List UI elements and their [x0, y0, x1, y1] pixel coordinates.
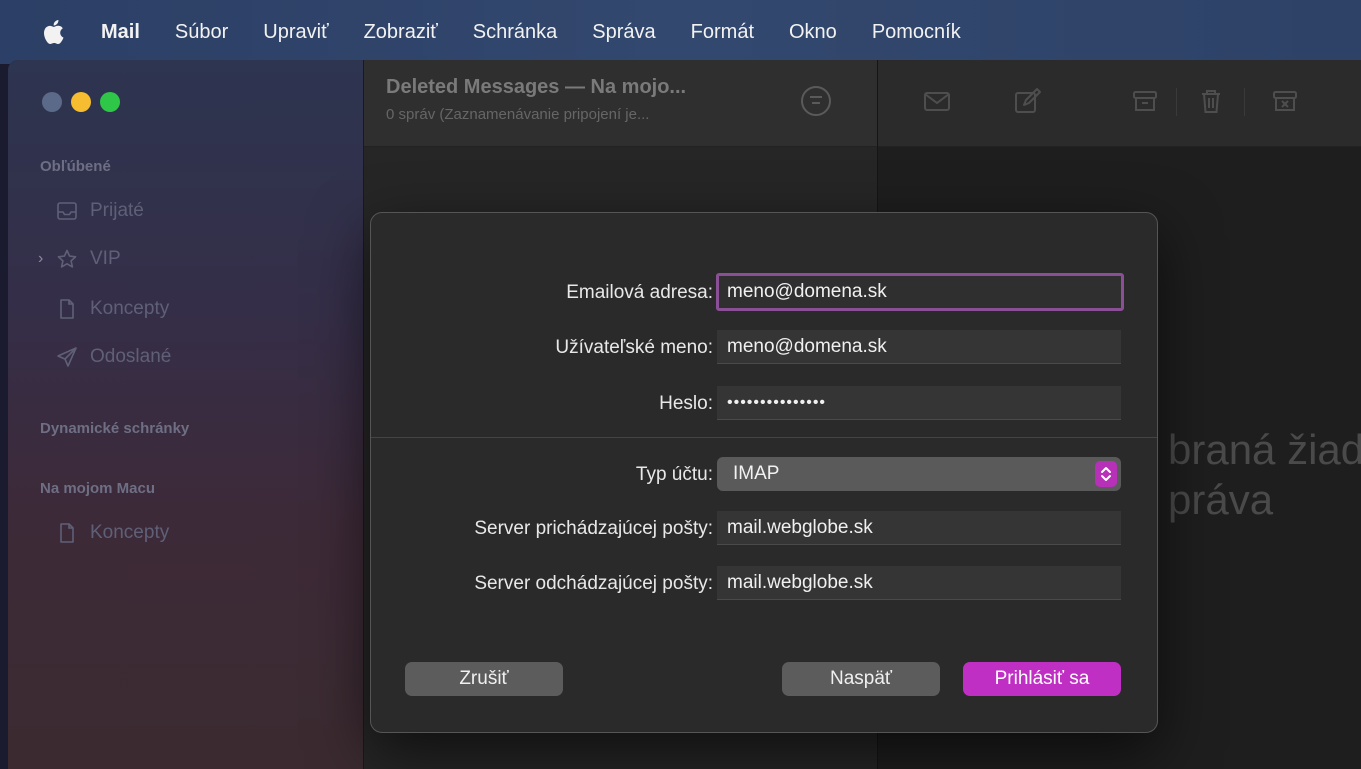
minimize-window-button[interactable]	[71, 92, 91, 112]
no-message-selected-line1: braná žiad	[1168, 426, 1361, 473]
junk-icon[interactable]	[1270, 86, 1300, 116]
chevron-up-down-icon	[1095, 461, 1117, 487]
outgoing-server-row: Server odchádzajúcej pošty: mail.webglob…	[371, 566, 1157, 602]
menu-item-help[interactable]: Pomocník	[872, 21, 961, 44]
back-button[interactable]: Naspäť	[782, 662, 940, 696]
outgoing-server-label: Server odchádzajúcej pošty:	[474, 573, 713, 594]
menu-item-mailbox[interactable]: Schránka	[473, 21, 558, 44]
dialog-divider	[371, 437, 1157, 438]
star-icon	[57, 249, 77, 268]
mailbox-subtitle: 0 správ (Zaznamenávanie pripojení je...	[386, 106, 650, 123]
sidebar-section-on-my-mac: Na mojom Macu	[40, 480, 156, 497]
incoming-server-row: Server prichádzajúcej pošty: mail.webglo…	[371, 511, 1157, 547]
sidebar: Obľúbené Prijaté › VIP Koncepty Odoslané…	[8, 60, 363, 769]
sidebar-item-label: VIP	[90, 248, 121, 269]
account-setup-dialog: Emailová adresa: meno@domena.sk Užívateľ…	[370, 212, 1158, 733]
password-label: Heslo:	[659, 393, 713, 414]
username-label: Užívateľské meno:	[555, 337, 713, 358]
account-type-row: Typ účtu: IMAP	[371, 457, 1157, 493]
sidebar-item-label: Koncepty	[90, 298, 170, 319]
chevron-right-icon[interactable]: ›	[38, 250, 43, 268]
sidebar-item-vip[interactable]: VIP	[56, 248, 121, 270]
email-row: Emailová adresa: meno@domena.sk	[371, 273, 1157, 311]
sidebar-item-inbox[interactable]: Prijaté	[56, 200, 144, 222]
email-field[interactable]: meno@domena.sk	[716, 273, 1124, 311]
envelope-icon[interactable]	[922, 86, 952, 116]
inbox-icon	[57, 202, 77, 220]
username-field[interactable]: meno@domena.sk	[717, 330, 1121, 364]
no-message-selected-line2: práva	[1168, 476, 1274, 523]
paper-plane-icon	[57, 347, 77, 367]
menu-item-window[interactable]: Okno	[789, 21, 837, 44]
sidebar-section-favorites: Obľúbené	[40, 158, 111, 175]
outgoing-server-field[interactable]: mail.webglobe.sk	[717, 566, 1121, 600]
zoom-window-button[interactable]	[100, 92, 120, 112]
message-list-header: Deleted Messages — Na mojo... 0 správ (Z…	[364, 60, 877, 147]
sidebar-section-smart-mailboxes: Dynamické schránky	[40, 420, 190, 437]
incoming-server-label: Server prichádzajúcej pošty:	[474, 518, 713, 539]
account-type-label: Typ účtu:	[635, 464, 713, 485]
menu-item-view[interactable]: Zobraziť	[364, 21, 438, 44]
mailbox-title: Deleted Messages — Na mojo...	[386, 76, 687, 98]
cancel-button[interactable]: Zrušiť	[405, 662, 563, 696]
menu-bar: Mail Súbor Upraviť Zobraziť Schránka Spr…	[0, 0, 1361, 64]
password-field[interactable]: •••••••••••••••	[717, 386, 1121, 420]
sidebar-item-label: Odoslané	[90, 346, 172, 367]
account-type-select[interactable]: IMAP	[717, 457, 1121, 491]
account-type-value: IMAP	[733, 463, 780, 484]
menu-app-name[interactable]: Mail	[101, 21, 140, 44]
menu-item-format[interactable]: Formát	[691, 21, 754, 44]
compose-icon[interactable]	[1012, 86, 1042, 116]
document-icon	[60, 299, 74, 319]
menu-item-edit[interactable]: Upraviť	[263, 21, 328, 44]
email-label: Emailová adresa:	[566, 282, 713, 303]
document-icon	[60, 523, 74, 543]
sidebar-item-local-drafts[interactable]: Koncepty	[56, 522, 169, 544]
filter-icon[interactable]	[801, 86, 831, 116]
incoming-server-field[interactable]: mail.webglobe.sk	[717, 511, 1121, 545]
toolbar-separator	[1244, 88, 1245, 116]
sidebar-item-label: Koncepty	[90, 522, 170, 543]
close-window-button[interactable]	[42, 92, 62, 112]
viewer-toolbar	[878, 60, 1361, 147]
sign-in-button[interactable]: Prihlásiť sa	[963, 662, 1121, 696]
apple-logo-icon[interactable]	[40, 17, 66, 47]
toolbar-separator	[1176, 88, 1177, 116]
menu-item-file[interactable]: Súbor	[175, 21, 228, 44]
sidebar-item-label: Prijaté	[90, 200, 144, 221]
password-row: Heslo: •••••••••••••••	[371, 386, 1157, 422]
username-row: Užívateľské meno: meno@domena.sk	[371, 330, 1157, 366]
sidebar-item-sent[interactable]: Odoslané	[56, 346, 171, 368]
sidebar-item-drafts[interactable]: Koncepty	[56, 298, 169, 320]
archive-icon[interactable]	[1130, 86, 1160, 116]
trash-icon[interactable]	[1196, 86, 1226, 116]
window-controls	[42, 92, 120, 112]
menu-item-message[interactable]: Správa	[592, 21, 655, 44]
